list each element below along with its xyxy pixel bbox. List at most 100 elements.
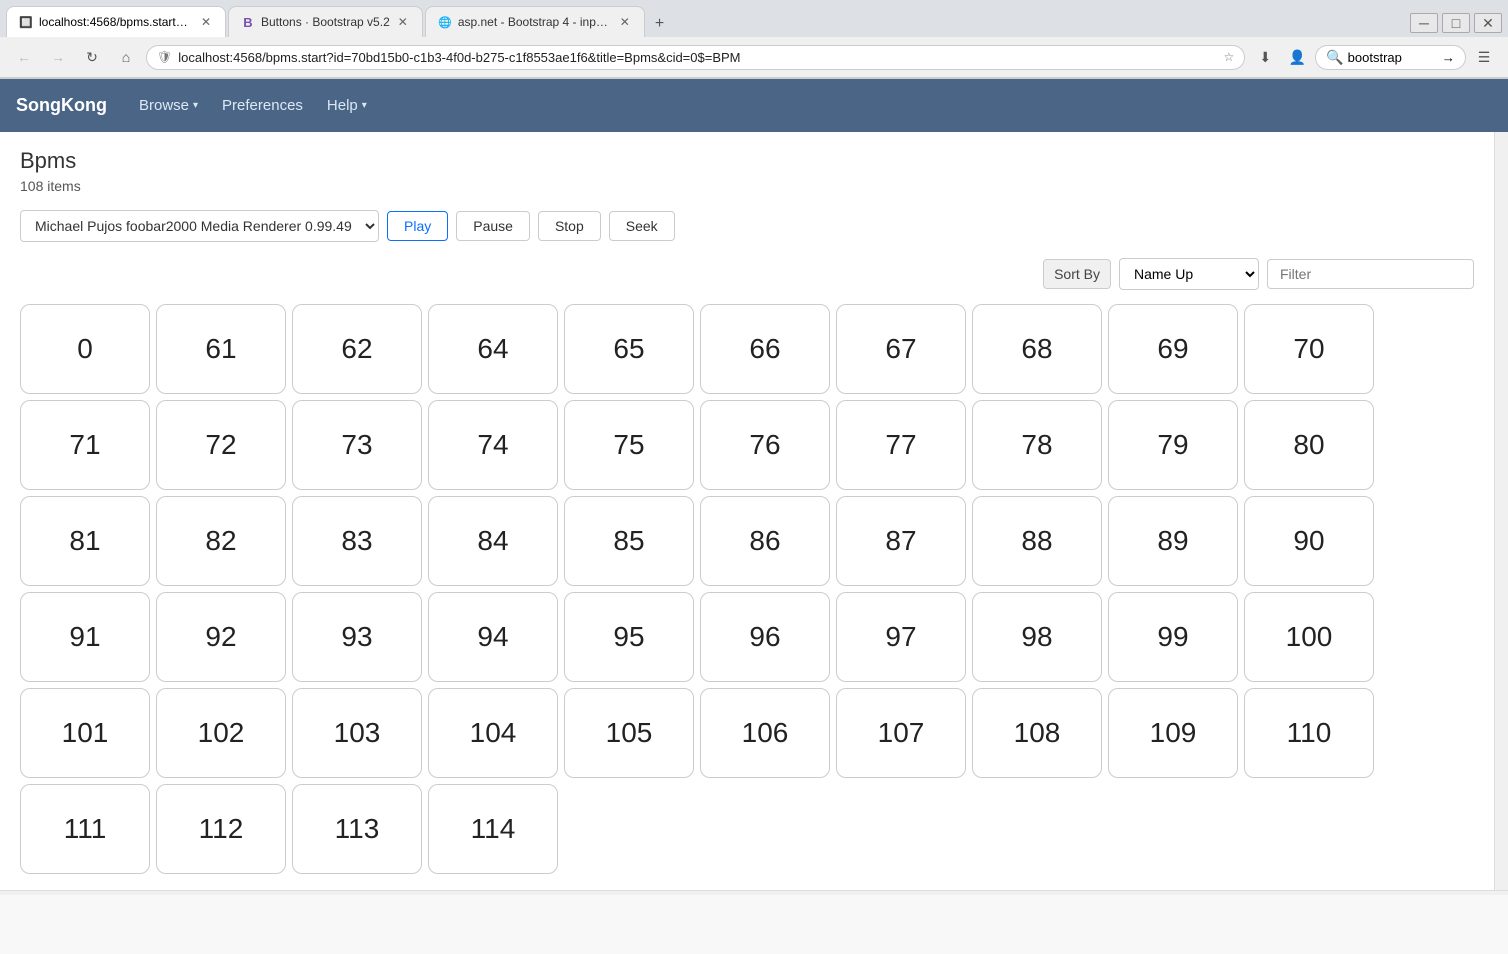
maximize-button[interactable]: □ [1442,13,1470,33]
bpm-card[interactable]: 77 [836,400,966,490]
bpm-card[interactable]: 92 [156,592,286,682]
bpm-card[interactable]: 103 [292,688,422,778]
bpm-card[interactable]: 90 [1244,496,1374,586]
bpm-card[interactable]: 88 [972,496,1102,586]
bpm-card[interactable]: 72 [156,400,286,490]
bpm-card[interactable]: 114 [428,784,558,874]
nav-preferences[interactable]: Preferences [210,81,315,130]
bpm-card[interactable]: 82 [156,496,286,586]
bpm-card[interactable]: 110 [1244,688,1374,778]
status-bar [0,890,1508,895]
bpm-card[interactable]: 99 [1108,592,1238,682]
bpm-card[interactable]: 69 [1108,304,1238,394]
profile-button[interactable]: 👤 [1283,43,1311,71]
tab2-close-icon[interactable]: ✕ [396,13,410,31]
bpm-card[interactable]: 97 [836,592,966,682]
tab1-title: localhost:4568/bpms.start?id=70bd [39,15,193,29]
bpm-card[interactable]: 74 [428,400,558,490]
back-button[interactable]: ← [10,43,38,71]
bookmark-icon[interactable]: ☆ [1223,50,1234,64]
sort-by-label: Sort By [1043,259,1111,289]
search-forward-button[interactable]: → [1442,50,1455,65]
home-button[interactable]: ⌂ [112,43,140,71]
bpm-card[interactable]: 76 [700,400,830,490]
bpm-card[interactable]: 62 [292,304,422,394]
downloads-button[interactable]: ⬇ [1251,43,1279,71]
tab-bar: 🔲 localhost:4568/bpms.start?id=70bd ✕ B … [0,0,1508,37]
address-input[interactable] [178,50,1217,65]
bpm-card[interactable]: 78 [972,400,1102,490]
bpm-card[interactable]: 84 [428,496,558,586]
bpm-card[interactable]: 111 [20,784,150,874]
reload-button[interactable]: ↻ [78,43,106,71]
seek-button[interactable]: Seek [609,211,675,241]
bpm-card[interactable]: 83 [292,496,422,586]
nav-help[interactable]: Help ▾ [315,81,379,130]
bpm-card[interactable]: 93 [292,592,422,682]
bpm-card[interactable]: 61 [156,304,286,394]
bpm-card[interactable]: 71 [20,400,150,490]
bpm-card[interactable]: 95 [564,592,694,682]
bpm-card[interactable]: 105 [564,688,694,778]
bpm-card[interactable]: 81 [20,496,150,586]
menu-button[interactable]: ☰ [1470,43,1498,71]
bpm-card[interactable]: 67 [836,304,966,394]
pause-button[interactable]: Pause [456,211,530,241]
tab1-close-icon[interactable]: ✕ [199,13,213,31]
search-icon: 🔍 [1326,49,1343,66]
scroll-area: Bpms 108 items Michael Pujos foobar2000 … [0,132,1494,890]
bpm-card[interactable]: 87 [836,496,966,586]
nav-browse[interactable]: Browse ▾ [127,81,210,130]
filter-input[interactable] [1267,259,1474,289]
tab2[interactable]: B Buttons · Bootstrap v5.2 ✕ [228,6,423,37]
bpm-card[interactable]: 104 [428,688,558,778]
bpm-card[interactable]: 80 [1244,400,1374,490]
bpm-card[interactable]: 108 [972,688,1102,778]
bpm-card[interactable]: 75 [564,400,694,490]
bpm-card[interactable]: 65 [564,304,694,394]
bpm-card[interactable]: 113 [292,784,422,874]
bpm-card[interactable]: 91 [20,592,150,682]
page-wrapper: Bpms 108 items Michael Pujos foobar2000 … [0,132,1508,890]
bpm-card[interactable]: 66 [700,304,830,394]
tab-active[interactable]: 🔲 localhost:4568/bpms.start?id=70bd ✕ [6,6,226,37]
search-input[interactable] [1348,50,1438,65]
bpm-card[interactable]: 101 [20,688,150,778]
bpm-card[interactable]: 73 [292,400,422,490]
sort-select[interactable]: Name Up Name Down Count Up Count Down [1119,258,1259,290]
bpm-card[interactable]: 94 [428,592,558,682]
bpm-card[interactable]: 107 [836,688,966,778]
bpm-card[interactable]: 100 [1244,592,1374,682]
forward-button[interactable]: → [44,43,72,71]
close-button[interactable]: ✕ [1474,13,1502,33]
bpm-card[interactable]: 70 [1244,304,1374,394]
bpm-card[interactable]: 89 [1108,496,1238,586]
bpm-card[interactable]: 79 [1108,400,1238,490]
bpm-card[interactable]: 102 [156,688,286,778]
bpm-card[interactable]: 106 [700,688,830,778]
stop-button[interactable]: Stop [538,211,601,241]
browser-toolbar: ← → ↻ ⌂ 🛡 ☆ ⬇ 👤 🔍 → ☰ [0,37,1508,78]
bpm-card[interactable]: 112 [156,784,286,874]
bpm-card[interactable]: 109 [1108,688,1238,778]
scrollbar[interactable] [1494,132,1508,890]
bpm-card[interactable]: 85 [564,496,694,586]
new-tab-button[interactable]: + [647,11,672,37]
minimize-button[interactable]: ─ [1410,13,1438,33]
browse-chevron-icon: ▾ [193,100,198,111]
bpm-card[interactable]: 96 [700,592,830,682]
item-count: 108 items [20,178,1474,194]
play-button[interactable]: Play [387,211,448,241]
nav-help-label: Help [327,97,358,114]
tab3[interactable]: 🌐 asp.net - Bootstrap 4 - input-bt ✕ [425,6,645,37]
bpm-card[interactable]: 68 [972,304,1102,394]
bpm-card[interactable]: 98 [972,592,1102,682]
tab3-close-icon[interactable]: ✕ [618,13,632,31]
bpm-card[interactable]: 0 [20,304,150,394]
help-chevron-icon: ▾ [362,100,367,111]
controls-row: Michael Pujos foobar2000 Media Renderer … [20,210,1474,242]
bpm-card[interactable]: 86 [700,496,830,586]
address-bar-container: 🛡 ☆ [146,45,1245,70]
bpm-card[interactable]: 64 [428,304,558,394]
renderer-select[interactable]: Michael Pujos foobar2000 Media Renderer … [20,210,379,242]
